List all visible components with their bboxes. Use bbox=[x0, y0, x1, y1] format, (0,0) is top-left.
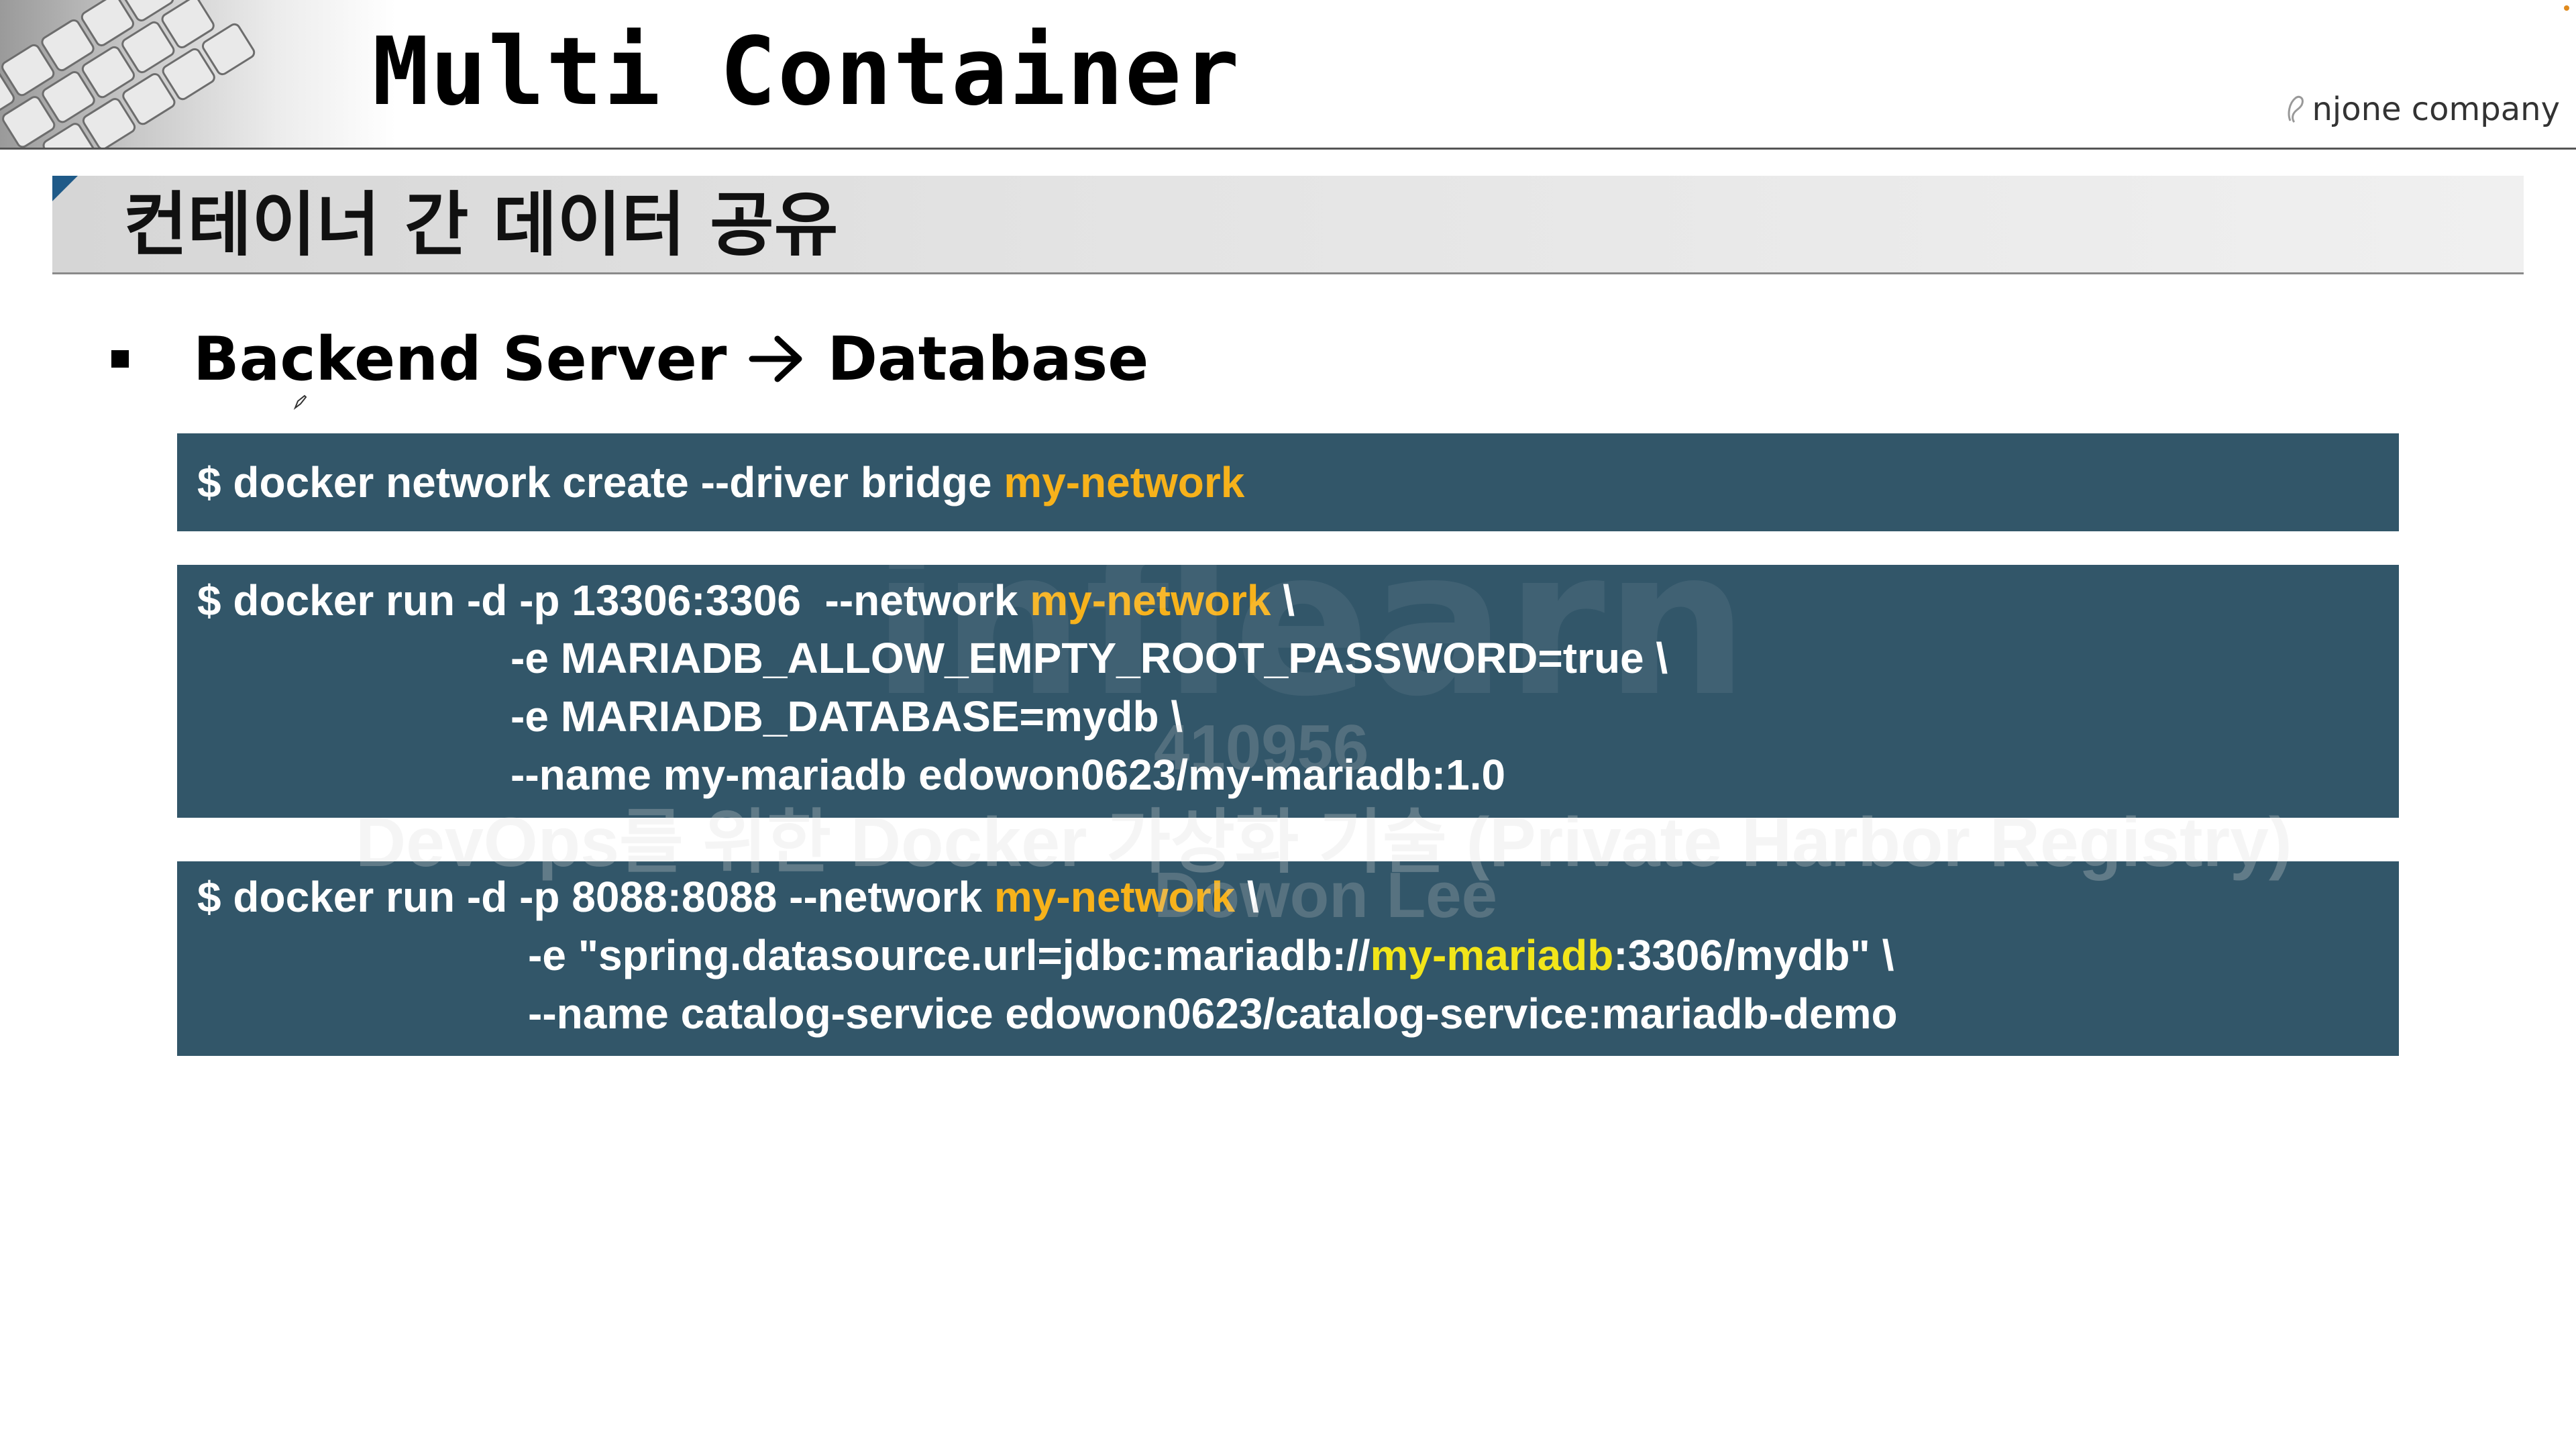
bullet-square-icon bbox=[111, 350, 129, 368]
slide-title: Multi Container bbox=[372, 17, 1241, 127]
code-block-network-create: $ docker network create --driver bridge … bbox=[177, 433, 2399, 531]
code-text: \ bbox=[1235, 873, 1259, 921]
bullet-right-label: Database bbox=[827, 323, 1149, 394]
code-text: --name my-mariadb edowon0623/my-mariadb:… bbox=[511, 751, 1506, 799]
code-line: --name catalog-service edowon0623/catalo… bbox=[528, 985, 1898, 1042]
code-line: --name my-mariadb edowon0623/my-mariadb:… bbox=[511, 746, 1505, 804]
arrow-right-icon bbox=[749, 335, 802, 382]
code-highlight: my-network bbox=[1004, 458, 1245, 506]
code-block-catalog-run: $ docker run -d -p 8088:8088 --network m… bbox=[177, 861, 2399, 1056]
code-text: --name catalog-service edowon0623/catalo… bbox=[528, 989, 1898, 1038]
code-line: -e "spring.datasource.url=jdbc:mariadb:/… bbox=[528, 926, 1894, 984]
code-text: \ bbox=[1271, 576, 1295, 625]
code-line: -e MARIADB_DATABASE=mydb \ bbox=[511, 688, 1183, 745]
section-title: 컨테이너 간 데이터 공유 bbox=[123, 184, 839, 266]
code-line: $ docker network create --driver bridge … bbox=[197, 453, 1244, 511]
header-divider bbox=[0, 148, 2576, 150]
pen-cursor-icon bbox=[293, 394, 307, 410]
bullet-left-label: Backend Server bbox=[193, 323, 727, 394]
corner-triangle-icon bbox=[52, 176, 78, 201]
keyboard-image bbox=[0, 0, 396, 149]
section-heading-bar: 컨테이너 간 데이터 공유 bbox=[52, 176, 2524, 274]
code-text: $ docker run -d -p 13306:3306 --network bbox=[197, 576, 1030, 625]
code-text: -e "spring.datasource.url=jdbc:mariadb:/… bbox=[528, 931, 1371, 979]
code-text: -e MARIADB_DATABASE=mydb \ bbox=[511, 692, 1183, 741]
corner-dot bbox=[2564, 5, 2569, 11]
slide-header: Multi Container njone company bbox=[0, 0, 2576, 149]
brand-name: njone company bbox=[2312, 91, 2560, 128]
brand-logo-icon bbox=[2288, 95, 2304, 123]
code-text: -e MARIADB_ALLOW_EMPTY_ROOT_PASSWORD=tru… bbox=[511, 634, 1668, 682]
bullet-text: Backend Server Database bbox=[193, 324, 1148, 394]
code-line: $ docker run -d -p 13306:3306 --network … bbox=[197, 572, 1295, 629]
code-block-mariadb-run: $ docker run -d -p 13306:3306 --network … bbox=[177, 565, 2399, 818]
code-text: $ docker network create --driver bridge bbox=[197, 458, 1004, 506]
code-text: :3306/mydb" \ bbox=[1613, 931, 1894, 979]
code-line: $ docker run -d -p 8088:8088 --network m… bbox=[197, 868, 1259, 926]
code-highlight: my-mariadb bbox=[1370, 931, 1614, 979]
brand: njone company bbox=[2285, 91, 2560, 128]
code-text: $ docker run -d -p 8088:8088 --network bbox=[197, 873, 994, 921]
code-highlight: my-network bbox=[1030, 576, 1271, 625]
code-line: -e MARIADB_ALLOW_EMPTY_ROOT_PASSWORD=tru… bbox=[511, 629, 1668, 687]
code-highlight: my-network bbox=[994, 873, 1236, 921]
bullet-item: Backend Server Database bbox=[111, 315, 1148, 402]
